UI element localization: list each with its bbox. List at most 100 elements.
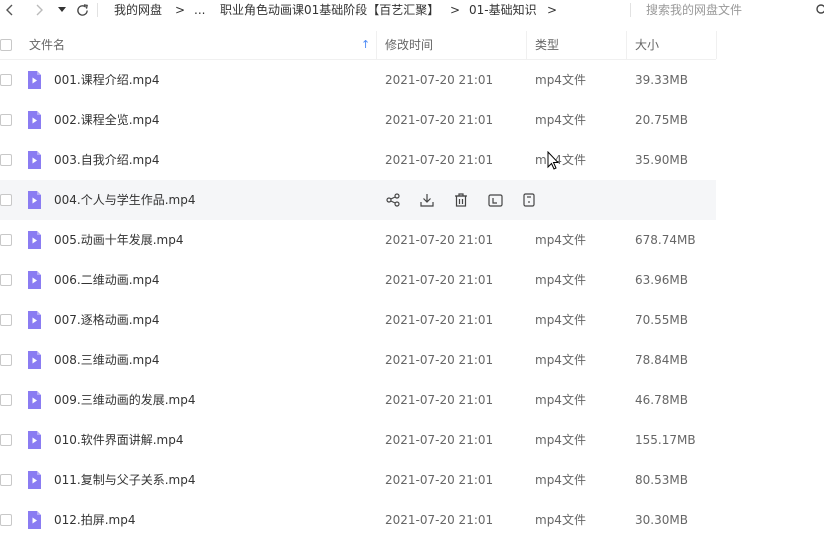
file-row[interactable]: 007.逐格动画.mp4 2021-07-20 21:01 mp4文件 70.55MB <box>0 300 716 340</box>
forward-arrow-icon[interactable] <box>32 0 46 20</box>
column-header-name[interactable]: 文件名 <box>29 31 65 59</box>
column-header-size[interactable]: 大小 <box>635 31 659 59</box>
file-row[interactable]: 005.动画十年发展.mp4 2021-07-20 21:01 mp4文件 678.7… <box>0 220 716 260</box>
file-type: mp4文件 <box>535 273 586 287</box>
file-name[interactable]: 012.拍屏.mp4 <box>54 500 135 540</box>
sort-ascending-icon[interactable]: ↑ <box>361 31 370 59</box>
column-header-modified[interactable]: 修改时间 <box>385 31 433 59</box>
video-file-icon <box>28 271 41 289</box>
column-divider[interactable] <box>376 31 377 59</box>
video-file-icon <box>28 431 41 449</box>
more-icon[interactable] <box>520 191 538 209</box>
column-divider[interactable] <box>526 31 527 59</box>
file-name[interactable]: 003.自我介绍.mp4 <box>54 140 159 180</box>
back-arrow-icon[interactable] <box>3 0 17 20</box>
file-size: 678.74MB <box>635 233 696 247</box>
video-file-icon <box>28 151 41 169</box>
file-row[interactable]: 010.软件界面讲解.mp4 2021-07-20 21:01 mp4文件 155.1… <box>0 420 716 460</box>
video-file-icon <box>28 311 41 329</box>
breadcrumb-separator: > <box>450 3 461 17</box>
delete-icon[interactable] <box>452 191 470 209</box>
row-checkbox[interactable] <box>0 154 12 166</box>
row-checkbox[interactable] <box>0 274 12 286</box>
row-checkbox[interactable] <box>0 474 12 486</box>
file-name[interactable]: 001.课程介绍.mp4 <box>54 60 159 100</box>
breadcrumb-ellipsis[interactable]: ... <box>194 0 205 20</box>
row-checkbox[interactable] <box>0 194 12 206</box>
select-all-checkbox[interactable] <box>0 39 12 51</box>
row-checkbox[interactable] <box>0 354 12 366</box>
history-dropdown-icon[interactable] <box>55 0 69 20</box>
file-size: 39.33MB <box>635 73 688 87</box>
file-modified-date: 2021-07-20 21:01 <box>385 393 494 407</box>
file-type: mp4文件 <box>535 313 586 327</box>
row-checkbox[interactable] <box>0 514 12 526</box>
video-file-icon <box>28 351 41 369</box>
file-size: 30.30MB <box>635 513 688 527</box>
video-file-icon <box>28 391 41 409</box>
file-name[interactable]: 010.软件界面讲解.mp4 <box>54 420 183 460</box>
download-icon[interactable] <box>418 191 436 209</box>
file-modified-date: 2021-07-20 21:01 <box>385 353 494 367</box>
file-type: mp4文件 <box>535 73 586 87</box>
file-name[interactable]: 004.个人与学生作品.mp4 <box>54 180 195 220</box>
search-icon[interactable] <box>815 0 824 20</box>
row-checkbox[interactable] <box>0 114 12 126</box>
column-divider[interactable] <box>626 31 627 59</box>
file-type: mp4文件 <box>535 353 586 367</box>
file-type: mp4文件 <box>535 113 586 127</box>
file-name[interactable]: 006.二维动画.mp4 <box>54 260 159 300</box>
file-row[interactable]: 004.个人与学生作品.mp4 <box>0 180 716 220</box>
file-name[interactable]: 009.三维动画的发展.mp4 <box>54 380 195 420</box>
file-name[interactable]: 005.动画十年发展.mp4 <box>54 220 183 260</box>
file-modified-date: 2021-07-20 21:01 <box>385 433 494 447</box>
file-modified-date: 2021-07-20 21:01 <box>385 233 494 247</box>
breadcrumb-separator: > <box>547 3 558 17</box>
file-row[interactable]: 002.课程全览.mp4 2021-07-20 21:01 mp4文件 20.75MB <box>0 100 716 140</box>
video-file-icon <box>28 111 41 129</box>
file-size: 35.90MB <box>635 153 688 167</box>
row-checkbox[interactable] <box>0 434 12 446</box>
file-modified-date: 2021-07-20 21:01 <box>385 153 494 167</box>
rename-icon[interactable] <box>486 191 504 209</box>
file-modified-date: 2021-07-20 21:01 <box>385 513 494 527</box>
search-input[interactable] <box>632 1 816 19</box>
file-size: 46.78MB <box>635 393 688 407</box>
file-row[interactable]: 011.复制与父子关系.mp4 2021-07-20 21:01 mp4文件 80.5… <box>0 460 716 500</box>
file-row[interactable]: 009.三维动画的发展.mp4 2021-07-20 21:01 mp4文件 46.7… <box>0 380 716 420</box>
video-file-icon <box>28 231 41 249</box>
file-name[interactable]: 008.三维动画.mp4 <box>54 340 159 380</box>
row-checkbox[interactable] <box>0 314 12 326</box>
row-checkbox[interactable] <box>0 394 12 406</box>
file-modified-date: 2021-07-20 21:01 <box>385 113 494 127</box>
breadcrumb-root[interactable]: 我的网盘 <box>114 0 162 20</box>
row-checkbox[interactable] <box>0 234 12 246</box>
divider <box>97 3 98 17</box>
file-name[interactable]: 007.逐格动画.mp4 <box>54 300 159 340</box>
row-checkbox[interactable] <box>0 74 12 86</box>
file-type: mp4文件 <box>535 233 586 247</box>
file-type: mp4文件 <box>535 433 586 447</box>
column-divider[interactable] <box>716 31 717 59</box>
file-row[interactable]: 006.二维动画.mp4 2021-07-20 21:01 mp4文件 63.96MB <box>0 260 716 300</box>
refresh-icon[interactable] <box>75 0 89 20</box>
file-modified-date: 2021-07-20 21:01 <box>385 473 494 487</box>
file-size: 155.17MB <box>635 433 696 447</box>
file-name[interactable]: 002.课程全览.mp4 <box>54 100 159 140</box>
share-icon[interactable] <box>384 191 402 209</box>
breadcrumb-current-folder[interactable]: 01-基础知识 <box>469 0 537 20</box>
row-action-bar <box>384 191 538 209</box>
breadcrumb-folder-course[interactable]: 职业角色动画课01基础阶段【百艺汇聚】 <box>220 0 439 20</box>
file-row[interactable]: 012.拍屏.mp4 2021-07-20 21:01 mp4文件 30.30MB <box>0 500 716 540</box>
search-box[interactable] <box>632 0 816 20</box>
column-header-type[interactable]: 类型 <box>535 31 559 59</box>
mouse-cursor-icon <box>547 151 559 170</box>
file-name[interactable]: 011.复制与父子关系.mp4 <box>54 460 195 500</box>
file-row[interactable]: 003.自我介绍.mp4 2021-07-20 21:01 mp4文件 35.90MB <box>0 140 716 180</box>
file-row[interactable]: 001.课程介绍.mp4 2021-07-20 21:01 mp4文件 39.33MB <box>0 60 716 100</box>
file-modified-date: 2021-07-20 21:01 <box>385 313 494 327</box>
file-type: mp4文件 <box>535 153 586 167</box>
file-row[interactable]: 008.三维动画.mp4 2021-07-20 21:01 mp4文件 78.84MB <box>0 340 716 380</box>
video-file-icon <box>28 71 41 89</box>
video-file-icon <box>28 191 41 209</box>
